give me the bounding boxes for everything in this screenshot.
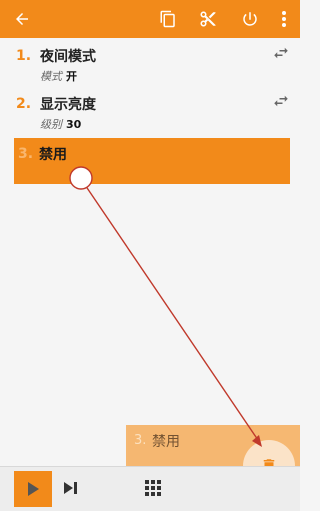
step-button[interactable] [58, 475, 84, 501]
bottom-toolbar [0, 466, 300, 511]
arrowhead [252, 435, 262, 447]
grid-icon [145, 480, 161, 496]
play-icon [28, 482, 39, 496]
touch-point [69, 166, 93, 190]
run-button[interactable] [14, 471, 52, 507]
block-library-button[interactable] [140, 475, 166, 501]
skip-next-icon [64, 482, 77, 494]
drag-path-line [80, 178, 259, 441]
drag-gesture-overlay [69, 166, 262, 447]
